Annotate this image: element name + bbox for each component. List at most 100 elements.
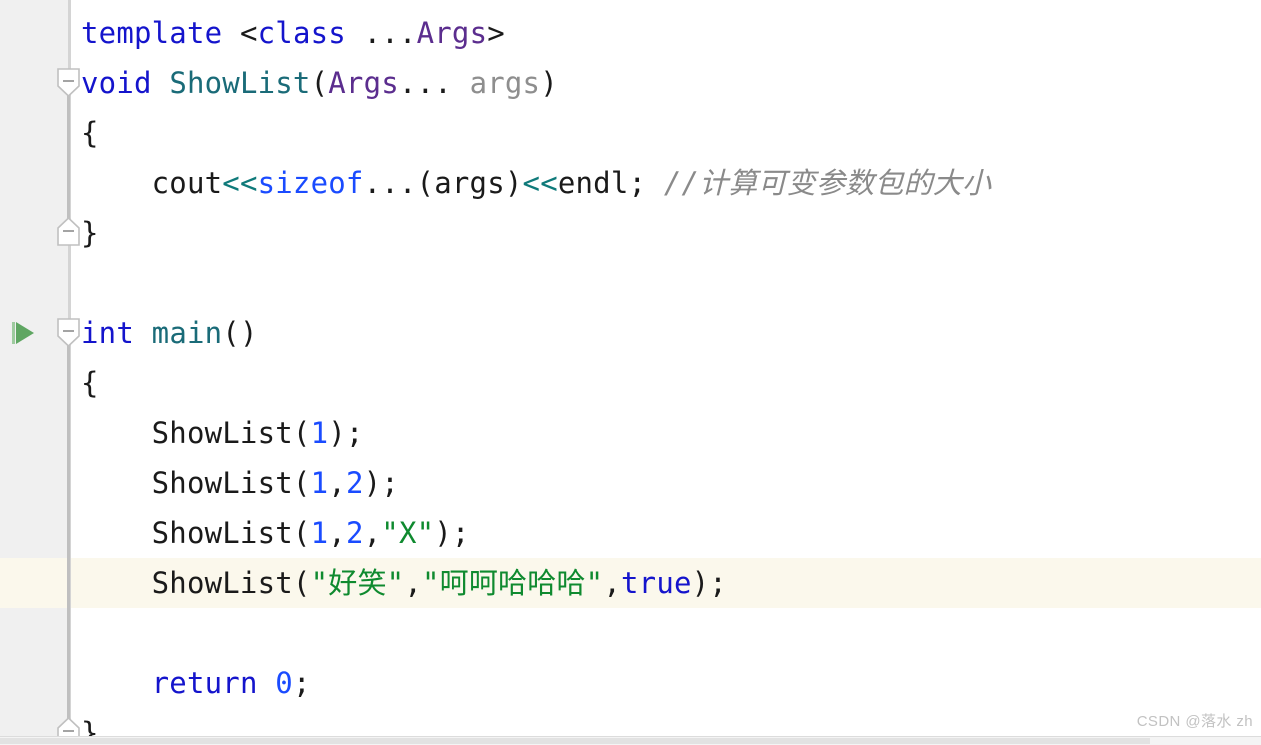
token-plain: cout bbox=[81, 166, 223, 200]
code-line[interactable]: void ShowList(Args... args) bbox=[0, 58, 1261, 108]
code-line[interactable] bbox=[0, 608, 1261, 658]
fold-end-icon[interactable] bbox=[56, 216, 81, 247]
code-editor[interactable]: template <class ...Args> void ShowList(Ar… bbox=[0, 0, 1261, 745]
token-plain: ShowList bbox=[81, 416, 293, 450]
token-plain: ; bbox=[628, 166, 664, 200]
token-plain: ); bbox=[363, 466, 399, 500]
token-plain: ); bbox=[434, 516, 470, 550]
token-plain: ShowList bbox=[81, 566, 293, 600]
token-num: 0 bbox=[275, 666, 293, 700]
token-plain: ShowList bbox=[81, 516, 293, 550]
token-plain: ...( bbox=[363, 166, 435, 200]
code-line-text: { bbox=[81, 358, 99, 408]
code-line-text: ShowList(1,2,"X"); bbox=[81, 508, 470, 558]
code-line[interactable]: return 0; bbox=[0, 658, 1261, 708]
fold-region-rail bbox=[67, 84, 70, 220]
horizontal-scrollbar-thumb[interactable] bbox=[0, 738, 1150, 744]
code-line-text: void ShowList(Args... args) bbox=[81, 58, 558, 108]
token-type: Args bbox=[416, 16, 488, 50]
code-line-text: template <class ...Args> bbox=[81, 8, 505, 58]
token-plain: ( bbox=[292, 516, 311, 550]
token-plain: ) bbox=[540, 66, 558, 100]
token-num: sizeof bbox=[257, 166, 364, 200]
code-line[interactable]: ShowList(1,2,"X"); bbox=[0, 508, 1261, 558]
token-plain: ... bbox=[398, 66, 452, 100]
token-str: "X" bbox=[381, 516, 435, 550]
token-op: << bbox=[222, 166, 258, 200]
token-plain: ... bbox=[363, 16, 417, 50]
token-num: 1 bbox=[310, 416, 329, 450]
token-plain: ( bbox=[292, 416, 311, 450]
token-plain: endl bbox=[557, 166, 629, 200]
token-param: args bbox=[469, 66, 541, 100]
token-plain: } bbox=[81, 216, 99, 250]
token-plain: ); bbox=[691, 566, 727, 600]
token-plain: ) bbox=[504, 166, 523, 200]
token-str: "好笑" bbox=[310, 566, 405, 600]
token-kw: template bbox=[81, 16, 223, 50]
code-line-text: int main() bbox=[81, 308, 258, 358]
token-fn: ShowList bbox=[169, 66, 311, 100]
code-line[interactable]: ShowList(1,2); bbox=[0, 458, 1261, 508]
token-num: 1 bbox=[310, 466, 329, 500]
horizontal-scrollbar[interactable] bbox=[0, 736, 1261, 745]
token-plain: ( bbox=[310, 66, 329, 100]
run-play-icon[interactable] bbox=[9, 318, 39, 348]
token-plain: ShowList bbox=[81, 466, 293, 500]
token-plain: < bbox=[239, 16, 258, 50]
fold-collapse-icon[interactable] bbox=[56, 317, 81, 348]
code-line[interactable]: template <class ...Args> bbox=[0, 8, 1261, 58]
token-kw: return bbox=[151, 666, 258, 700]
watermark: CSDN @落水 zh bbox=[1136, 713, 1253, 730]
token-kw: void bbox=[81, 66, 152, 100]
code-line-text: return 0; bbox=[81, 658, 311, 708]
code-line[interactable]: ShowList(1); bbox=[0, 408, 1261, 458]
fold-region-rail bbox=[67, 334, 70, 720]
token-fn: main bbox=[151, 316, 223, 350]
token-comment: //计算可变参数包的大小 bbox=[663, 166, 992, 200]
token-plain: > bbox=[487, 16, 505, 50]
code-line-text: ShowList(1,2); bbox=[81, 458, 399, 508]
code-line-text: ShowList("好笑","呵呵哈哈哈",true); bbox=[81, 558, 727, 608]
fold-collapse-icon[interactable] bbox=[56, 67, 81, 98]
token-plain: ); bbox=[328, 416, 364, 450]
token-plain: , bbox=[328, 466, 346, 500]
token-kw: true bbox=[621, 566, 692, 600]
token-plain: args bbox=[434, 166, 505, 200]
token-plain: { bbox=[81, 116, 99, 150]
code-line-text: ShowList(1); bbox=[81, 408, 364, 458]
code-line[interactable]: { bbox=[0, 358, 1261, 408]
token-num: 2 bbox=[345, 466, 364, 500]
token-kw: class bbox=[257, 16, 346, 50]
token-num: 1 bbox=[310, 516, 329, 550]
token-plain: ( bbox=[292, 466, 311, 500]
token-type: Args bbox=[328, 66, 399, 100]
code-line-current[interactable]: ShowList("好笑","呵呵哈哈哈",true); bbox=[0, 558, 1261, 608]
token-num: 2 bbox=[345, 516, 364, 550]
token-plain: , bbox=[328, 516, 346, 550]
code-line[interactable]: cout<<sizeof...(args)<<endl; //计算可变参数包的大… bbox=[0, 158, 1261, 208]
token-str: "呵呵哈哈哈" bbox=[422, 566, 604, 600]
token-plain: ( bbox=[292, 566, 311, 600]
token-plain: , bbox=[404, 566, 422, 600]
code-line[interactable]: int main() bbox=[0, 308, 1261, 358]
token-op: << bbox=[522, 166, 558, 200]
token-plain: ; bbox=[292, 666, 311, 700]
code-line-list: template <class ...Args> void ShowList(Ar… bbox=[0, 8, 1261, 745]
code-line[interactable]: { bbox=[0, 108, 1261, 158]
code-line-text: cout<<sizeof...(args)<<endl; //计算可变参数包的大… bbox=[81, 158, 991, 208]
code-line-text: } bbox=[81, 208, 99, 258]
code-line[interactable] bbox=[0, 258, 1261, 308]
token-plain: , bbox=[363, 516, 382, 550]
code-line[interactable]: } bbox=[0, 208, 1261, 258]
code-folding-column[interactable] bbox=[56, 0, 82, 745]
token-plain: () bbox=[222, 316, 258, 350]
code-line-text: { bbox=[81, 108, 99, 158]
